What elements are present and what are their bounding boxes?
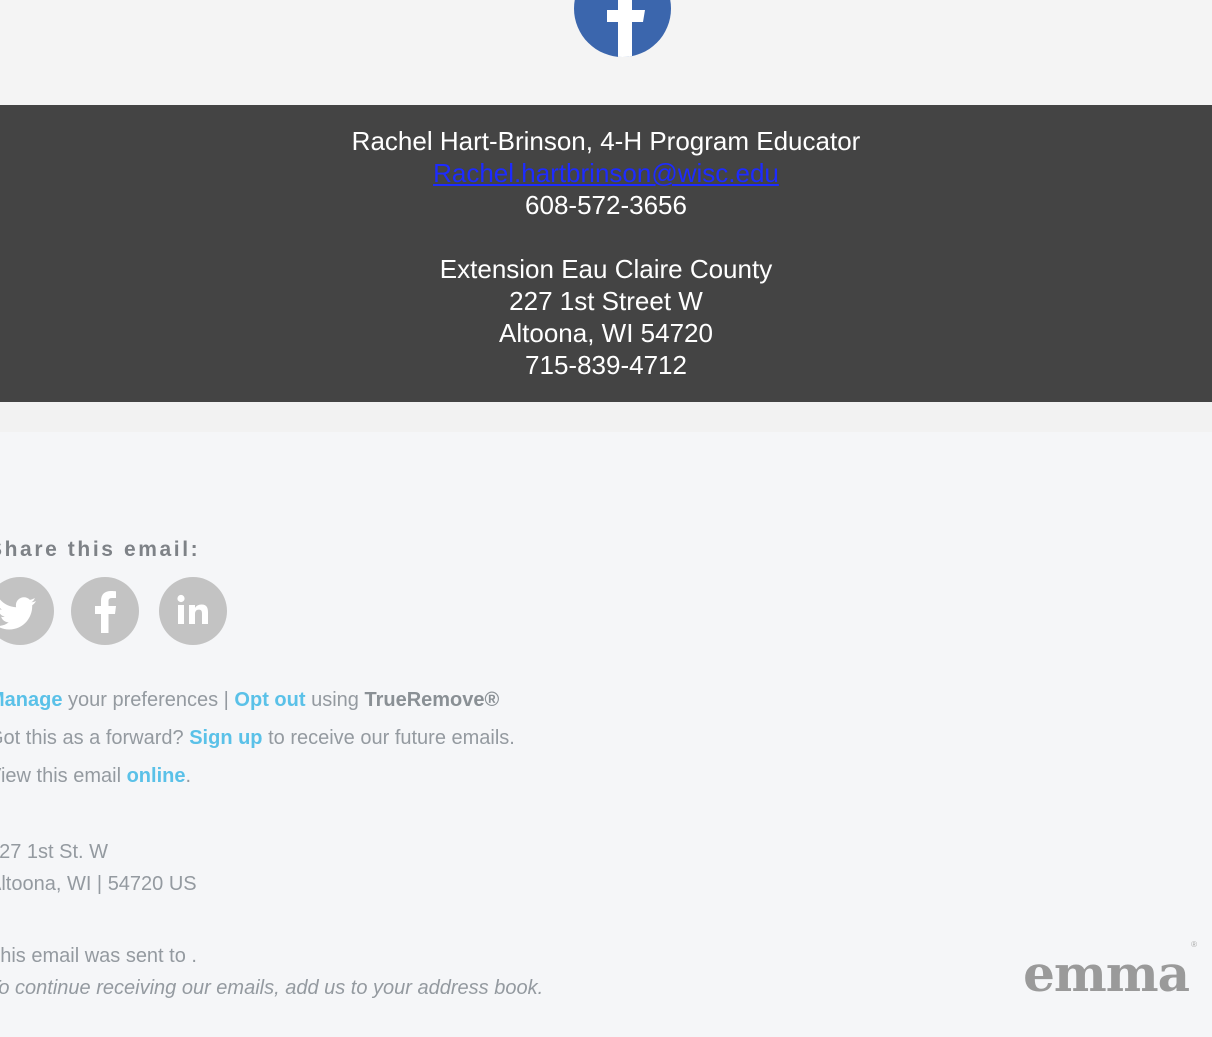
registered-mark: ® bbox=[1191, 940, 1197, 950]
office-city: Altoona, WI 54720 bbox=[499, 318, 713, 348]
trueremove-label: TrueRemove® bbox=[364, 689, 500, 711]
opt-out-link[interactable]: Opt out bbox=[234, 689, 305, 711]
forward-text: Got this as a forward? bbox=[0, 727, 190, 749]
forward-line: Got this as a forward? Sign up to receiv… bbox=[0, 727, 515, 750]
share-label: Share this email: bbox=[0, 538, 201, 561]
optout-text: using bbox=[305, 689, 365, 711]
divider-strip bbox=[0, 402, 1212, 432]
contact-name: Rachel Hart-Brinson, 4-H Program Educato… bbox=[351, 126, 861, 156]
view-text: View this email bbox=[0, 765, 127, 787]
office-phone: 715-839-4712 bbox=[525, 350, 687, 380]
address-line-2: Altoona, WI | 54720 US bbox=[0, 873, 197, 895]
facebook-icon[interactable] bbox=[71, 577, 139, 645]
linkedin-icon[interactable] bbox=[159, 577, 227, 645]
emma-wordmark: emma bbox=[1023, 944, 1190, 1003]
emma-logo[interactable]: emma ® bbox=[1023, 940, 1197, 1003]
address-book-note: To continue receiving our emails, add us… bbox=[0, 977, 544, 999]
contact-phone: 608-572-3656 bbox=[525, 190, 687, 220]
manage-text: your preferences | bbox=[62, 689, 235, 711]
office-street: 227 1st Street W bbox=[509, 286, 703, 316]
contact-email-link[interactable]: Rachel.hartbrinson@wisc.edu bbox=[433, 158, 779, 188]
address-line-1: 227 1st St. W bbox=[0, 841, 109, 863]
view-online-line: View this email online. bbox=[0, 765, 191, 788]
sign-up-link[interactable]: Sign up bbox=[189, 727, 262, 749]
view-end: . bbox=[185, 765, 192, 787]
email-footer: Share this email: Manage your preference… bbox=[0, 432, 1212, 1037]
sent-to-line: This email was sent to . bbox=[0, 945, 197, 967]
office-name: Extension Eau Claire County bbox=[439, 254, 773, 284]
header-band bbox=[0, 0, 1212, 105]
facebook-icon[interactable] bbox=[574, 0, 671, 57]
preferences-line: Manage your preferences | Opt out using … bbox=[0, 689, 499, 712]
manage-link[interactable]: Manage bbox=[0, 689, 62, 711]
contact-block: Rachel Hart-Brinson, 4-H Program Educato… bbox=[0, 105, 1212, 402]
signup-text: to receive our future emails. bbox=[262, 727, 515, 749]
online-link[interactable]: online bbox=[127, 765, 186, 787]
twitter-icon[interactable] bbox=[0, 577, 54, 645]
